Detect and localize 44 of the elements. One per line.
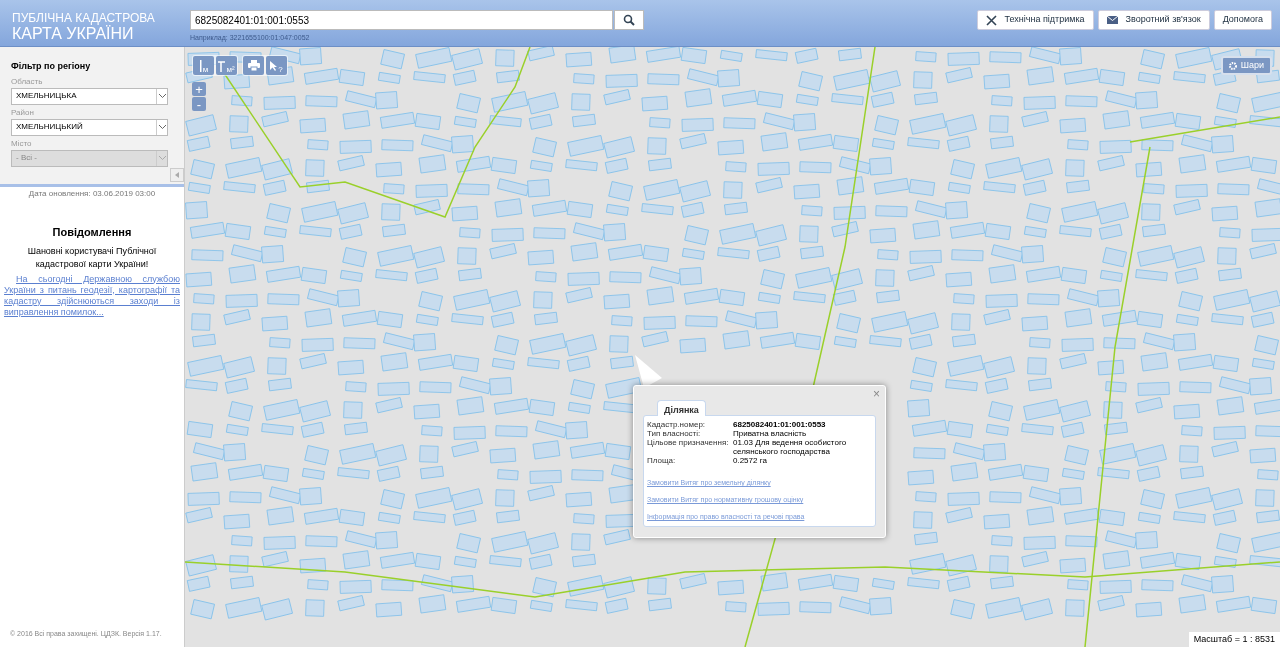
map-scale: Масштаб = 1 : 8531	[1188, 631, 1280, 647]
map-tool-button[interactable]: м	[193, 56, 214, 75]
field-value: 01.03 Для ведення особистого селянського господарства	[733, 438, 848, 456]
header-button[interactable]: Технічна підтримка	[976, 10, 1094, 30]
header-button[interactable]: Зворотний зв'язок	[1097, 10, 1210, 30]
field-label: Цільове призначення:	[647, 438, 730, 449]
site-title: КАРТА УКРАЇНИ	[12, 26, 134, 42]
map-tool-button[interactable]: м²	[216, 56, 237, 75]
field-value: 0.2572 га	[733, 456, 768, 465]
collapse-arrow-icon	[175, 172, 179, 178]
site-title: ПУБЛІЧНА КАДАСТРОВА	[12, 12, 155, 24]
pointer-icon	[270, 60, 278, 71]
caret-icon	[158, 125, 166, 129]
popup-tab[interactable]: Ділянка	[657, 400, 706, 416]
notice-text: Шановні користувачі Публічної кадастрової карти України!	[26, 244, 158, 271]
region-dropdown[interactable]: ХМЕЛЬНИЦЬКА	[11, 87, 168, 105]
filter-title: Фільтр по регіону	[11, 60, 91, 73]
map-tool-button[interactable]	[243, 56, 264, 75]
caret-icon	[158, 156, 166, 160]
zoom-button[interactable]: +	[192, 82, 206, 96]
search-field[interactable]: 6825082401:01:001:0553	[190, 10, 613, 30]
map-tool-button[interactable]: ?	[266, 56, 287, 75]
notice-link[interactable]: На сьогодні Державною службою України з питань геодезії, картографії та кадастру здійснюються заходи із виправлення помилок...	[0, 273, 184, 318]
field-value: 6825082401:01:001:0553	[733, 420, 827, 429]
field-label: Район	[11, 106, 34, 119]
field-label: Тип власності:	[647, 429, 702, 438]
zoom-button[interactable]: -	[192, 97, 206, 111]
print-icon	[247, 60, 260, 71]
field-label: Область	[11, 75, 43, 88]
region-dropdown[interactable]: ХМЕЛЬНИЦЬКИЙ	[11, 118, 168, 136]
search-button[interactable]	[614, 10, 644, 30]
field-label: Площа:	[647, 456, 677, 465]
close-button[interactable]: ×	[873, 388, 880, 400]
layers-button[interactable]: Шари	[1220, 56, 1272, 75]
field-label: Кадастр.номер:	[647, 420, 707, 429]
mail-icon	[1106, 16, 1118, 24]
header-button[interactable]: Допомога	[1213, 10, 1272, 30]
caret-icon	[158, 94, 166, 98]
collapse-button[interactable]	[170, 168, 184, 182]
notice-title: Повідомлення	[51, 225, 133, 240]
search-icon	[623, 14, 635, 26]
update-date: Дата оновлення: 03.06.2019 03:00	[27, 188, 157, 200]
field-label: Місто	[11, 137, 32, 150]
field-value: Приватна власність	[733, 429, 808, 438]
